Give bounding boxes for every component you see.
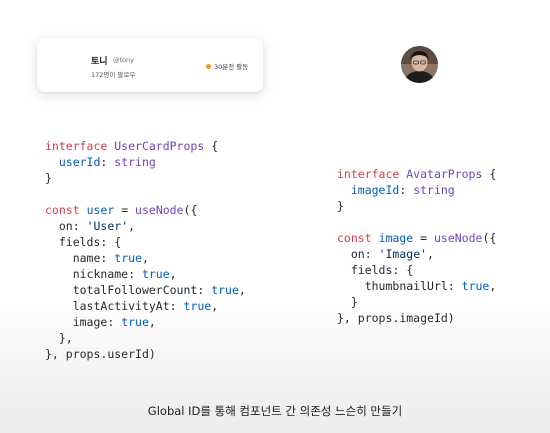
user-card: 토니 @tony 172명이 팔로우 30분전 활동 xyxy=(37,38,263,92)
avatar xyxy=(401,46,438,83)
status-dot-icon xyxy=(206,63,211,69)
avatar-code-snippet: interface AvatarProps { imageId: string … xyxy=(337,167,497,325)
activity-status: 30분전 활동 xyxy=(206,61,248,71)
activity-status-label: 30분전 활동 xyxy=(214,63,249,71)
user-name: 토니 xyxy=(91,57,108,67)
user-card-code-snippet: interface UserCardProps { userId: string… xyxy=(45,139,246,361)
slide-caption: Global ID를 통해 컴포넌트 간 의존성 느슨히 만들기 xyxy=(147,404,403,418)
follower-count: 172명이 팔로우 xyxy=(91,71,136,79)
user-handle: @tony xyxy=(113,56,134,64)
person-photo-icon xyxy=(401,46,438,83)
